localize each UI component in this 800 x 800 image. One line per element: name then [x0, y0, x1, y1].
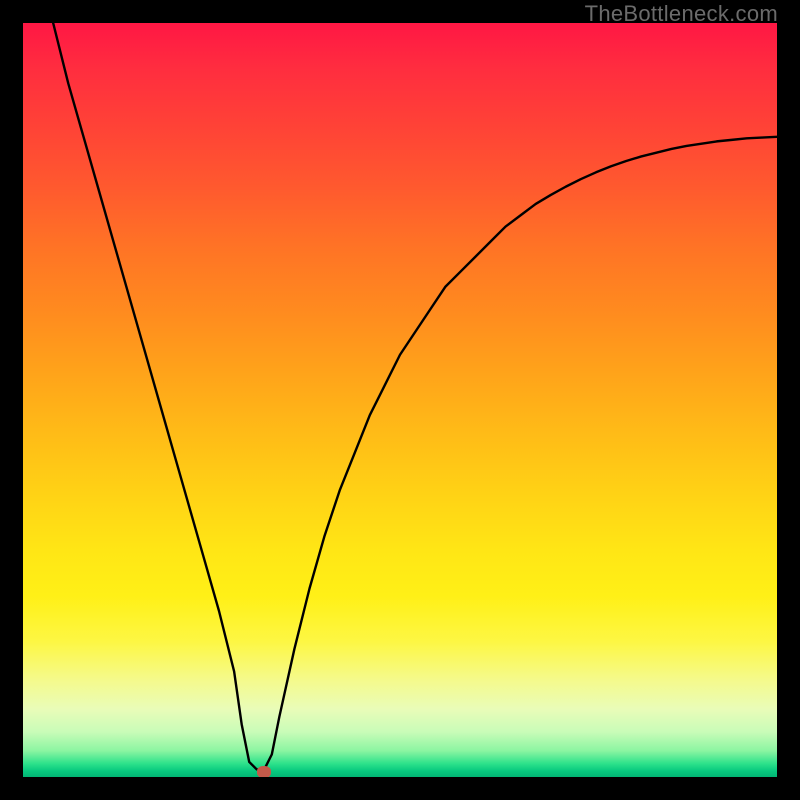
chart-frame: [23, 23, 777, 777]
bottleneck-curve-path: [53, 23, 777, 769]
minimum-marker: [257, 766, 271, 777]
bottleneck-curve-svg: [23, 23, 777, 777]
plot-area: [23, 23, 777, 777]
